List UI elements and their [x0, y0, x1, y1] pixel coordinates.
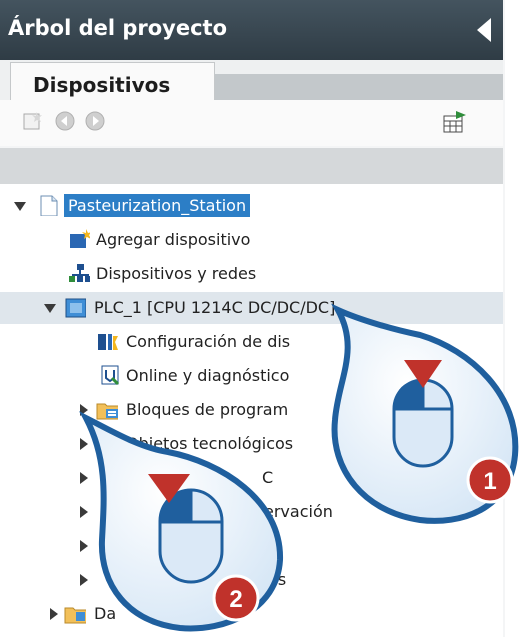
tree-item-add-device[interactable]: Agregar dispositivo — [0, 224, 503, 256]
expand-arrow-icon[interactable] — [50, 608, 58, 620]
tree-item-label: Dispositivos y redes — [96, 264, 257, 283]
step-number-1: 1 — [483, 468, 496, 495]
online-diagnostics-icon — [101, 365, 120, 386]
add-device-icon — [70, 229, 90, 248]
tree-toolbar — [0, 100, 503, 146]
network-icon — [69, 264, 90, 282]
forward-icon[interactable] — [84, 110, 106, 132]
project-tree-title: Árbol del proyecto — [8, 16, 228, 40]
overview-table-icon[interactable] — [442, 110, 468, 134]
tree-header-band — [0, 148, 503, 184]
tab-devices[interactable]: Dispositivos — [10, 62, 215, 100]
tree-item-project[interactable]: Pasteurization_Station — [0, 190, 503, 222]
back-icon[interactable] — [54, 110, 76, 132]
callout-expand-program-blocks: 2 — [79, 411, 284, 632]
new-item-icon[interactable] — [22, 110, 44, 132]
tree-item-label: Pasteurization_Station — [64, 194, 251, 217]
device-configuration-icon — [98, 334, 118, 350]
project-tree-title-bar: Árbol del proyecto — [0, 0, 503, 60]
tree-item-label: Agregar dispositivo — [96, 230, 251, 249]
step-number-2: 2 — [229, 586, 242, 613]
project-file-icon — [40, 195, 58, 216]
plc-icon — [65, 298, 86, 318]
expand-arrow-icon[interactable] — [14, 202, 26, 211]
tab-strip-background — [215, 74, 503, 100]
tree-item-label: Configuración de dis — [126, 332, 291, 351]
collapse-arrow-icon[interactable] — [477, 18, 491, 42]
expand-arrow-icon[interactable] — [44, 304, 56, 313]
tree-item-devices-networks[interactable]: Dispositivos y redes — [0, 258, 503, 290]
callout-right-click-plc: 1 — [331, 303, 519, 524]
tree-item-label: Online y diagnóstico — [126, 366, 290, 385]
tab-strip: Dispositivos — [0, 60, 503, 100]
